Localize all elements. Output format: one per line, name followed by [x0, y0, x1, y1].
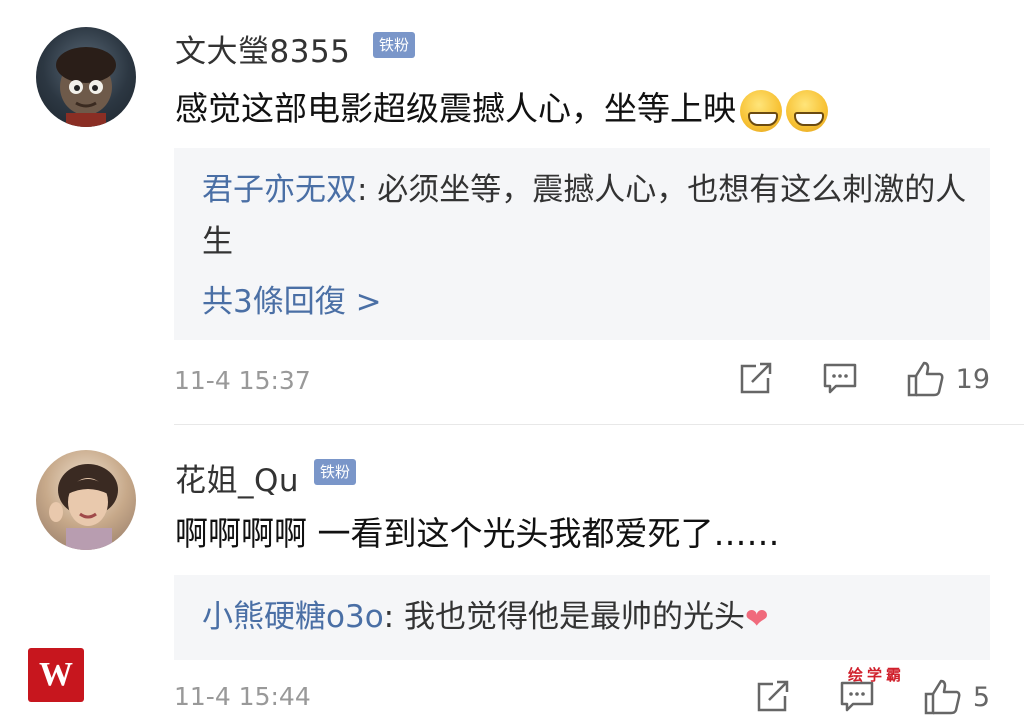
- thumbs-up-icon: [907, 361, 944, 397]
- comment-item: 文大瑩8355 铁粉 感觉这部电影超级震撼人心，坐等上映 君子亦无双: 必须坐等…: [0, 0, 1024, 425]
- reply-button[interactable]: [822, 362, 858, 396]
- comments-page: 文大瑩8355 铁粉 感觉这部电影超级震撼人心，坐等上映 君子亦无双: 必须坐等…: [0, 0, 1024, 723]
- username[interactable]: 花姐_Qu: [175, 455, 299, 500]
- reply-body: : 我也觉得他是最帅的光头: [383, 599, 745, 635]
- like-button[interactable]: 5: [923, 678, 990, 716]
- heart-emoji-icon: ❤: [744, 601, 769, 635]
- comment-icon: [840, 681, 874, 712]
- grin-emoji-icon: [740, 89, 782, 132]
- comment-icon: [823, 363, 856, 394]
- reply-author[interactable]: 君子亦无双: [202, 172, 357, 208]
- timestamp: 11-4 15:37: [174, 366, 311, 395]
- watermark-text: 绘学霸: [848, 666, 906, 684]
- comment-text: 啊啊啊啊 一看到这个光头我都爱死了……: [175, 514, 780, 553]
- share-icon: [740, 362, 771, 394]
- username[interactable]: 文大瑩8355: [175, 26, 350, 71]
- like-count: 19: [955, 363, 990, 395]
- comment-text: 感觉这部电影超级震撼人心，坐等上映: [175, 82, 828, 132]
- avatar[interactable]: [36, 27, 136, 127]
- comment-actions: 19: [690, 360, 990, 398]
- share-button[interactable]: [738, 362, 774, 396]
- share-icon: [757, 680, 789, 712]
- comment-body: 感觉这部电影超级震撼人心，坐等上映: [175, 89, 736, 128]
- reply-author[interactable]: 小熊硬糖o3o: [202, 599, 384, 635]
- reply-text: 君子亦无双: 必须坐等，震撼人心，也想有这么刺激的人生: [202, 164, 972, 268]
- timestamp: 11-4 15:44: [174, 682, 311, 711]
- thumbs-up-icon: [924, 679, 961, 715]
- fan-badge: 铁粉: [314, 459, 357, 485]
- like-count: 5: [972, 681, 990, 713]
- grin-emoji-icon: [786, 89, 828, 132]
- fan-badge: 铁粉: [373, 32, 416, 58]
- like-button[interactable]: 19: [906, 360, 990, 398]
- watermark-logo: W: [28, 648, 84, 702]
- reply-text: 小熊硬糖o3o: 我也觉得他是最帅的光头❤: [202, 591, 972, 643]
- reply-preview[interactable]: 小熊硬糖o3o: 我也觉得他是最帅的光头❤: [174, 575, 990, 660]
- reply-button[interactable]: [839, 680, 875, 714]
- share-button[interactable]: [755, 680, 791, 714]
- view-all-replies-link[interactable]: 共3條回復 >: [202, 276, 382, 321]
- reply-preview[interactable]: 君子亦无双: 必须坐等，震撼人心，也想有这么刺激的人生 共3條回復 >: [174, 148, 990, 340]
- avatar[interactable]: [36, 450, 136, 550]
